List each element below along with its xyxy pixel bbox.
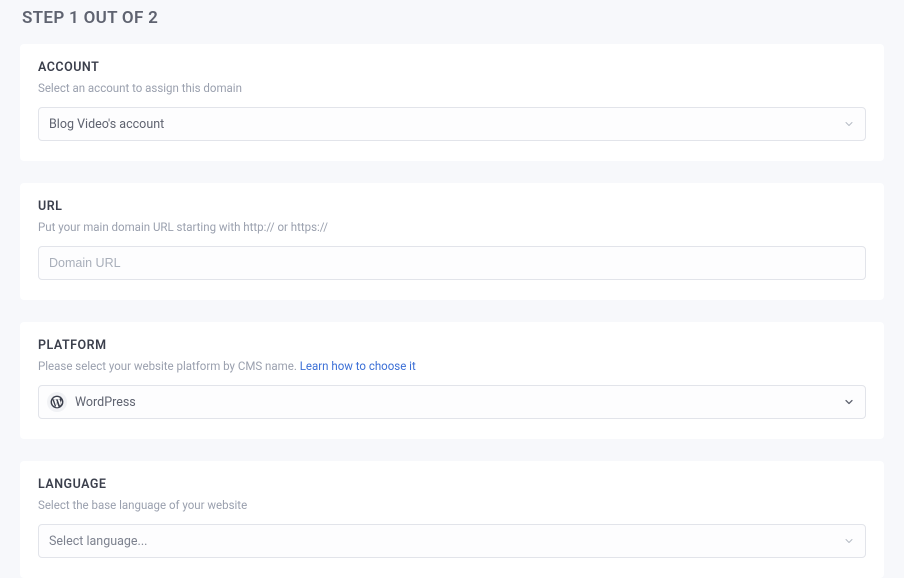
url-input-wrap (38, 246, 866, 280)
account-select[interactable]: Blog Video's account (38, 107, 866, 141)
url-section: URL Put your main domain URL starting wi… (20, 183, 884, 300)
url-desc: Put your main domain URL starting with h… (38, 220, 866, 234)
url-input[interactable] (49, 247, 833, 279)
platform-select[interactable]: WordPress (38, 385, 866, 419)
chevron-down-icon (843, 396, 855, 408)
platform-desc-text: Please select your website platform by C… (38, 359, 300, 373)
platform-select-value: WordPress (75, 395, 136, 410)
platform-learn-link[interactable]: Learn how to choose it (300, 359, 416, 373)
wordpress-icon (47, 392, 67, 412)
account-section: ACCOUNT Select an account to assign this… (20, 44, 884, 161)
account-desc: Select an account to assign this domain (38, 81, 866, 95)
step-title: STEP 1 OUT OF 2 (22, 8, 884, 28)
url-label: URL (38, 199, 866, 214)
platform-desc: Please select your website platform by C… (38, 359, 866, 373)
account-select-value: Blog Video's account (49, 117, 164, 132)
language-select-placeholder: Select language... (49, 534, 147, 549)
chevron-down-icon (843, 118, 855, 130)
platform-section: PLATFORM Please select your website plat… (20, 322, 884, 439)
language-section: LANGUAGE Select the base language of you… (20, 461, 884, 578)
language-desc: Select the base language of your website (38, 498, 866, 512)
platform-label: PLATFORM (38, 338, 866, 353)
account-label: ACCOUNT (38, 60, 866, 75)
chevron-down-icon (843, 535, 855, 547)
language-select[interactable]: Select language... (38, 524, 866, 558)
language-label: LANGUAGE (38, 477, 866, 492)
